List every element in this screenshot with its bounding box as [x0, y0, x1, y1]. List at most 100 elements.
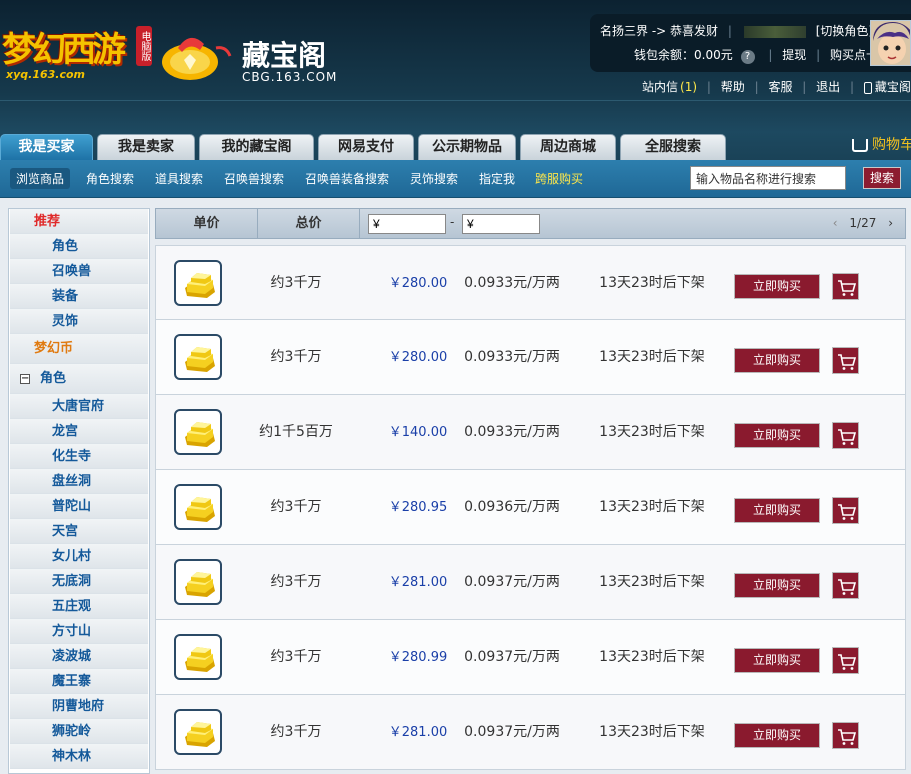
cbg-url: CBG.163.COM: [242, 70, 338, 84]
cbg-logo[interactable]: 藏宝阁 CBG.163.COM: [160, 24, 350, 84]
listing-row[interactable]: 约3千万 ￥280.95 0.0936元/万两 13天23时后下架 立即购买: [155, 470, 906, 545]
gold-ingot-icon: [185, 497, 215, 522]
item-thumbnail[interactable]: [174, 634, 222, 680]
subnav-item-search[interactable]: 道具搜索: [155, 170, 203, 187]
sidebar-item-role[interactable]: 角色: [10, 234, 148, 259]
item-unit-price: 0.0937元/万两: [464, 724, 560, 740]
listing-row[interactable]: 约1千5百万 ￥140.00 0.0933元/万两 13天23时后下架 立即购买: [155, 395, 906, 470]
help-link[interactable]: 帮助: [721, 80, 745, 94]
sidebar-school[interactable]: 凌波城: [10, 644, 148, 669]
sidebar-item-currency[interactable]: 梦幻币: [10, 334, 148, 364]
messages-link[interactable]: 站内信: [642, 80, 678, 94]
game-logo[interactable]: 梦幻西游 电脑版 xyq.163.com: [2, 22, 152, 84]
buy-now-button[interactable]: 立即购买: [734, 723, 820, 748]
item-thumbnail[interactable]: [174, 559, 222, 605]
withdraw-link[interactable]: 提现: [782, 48, 806, 62]
avatar[interactable]: [870, 20, 911, 66]
sidebar-school[interactable]: 无底洞: [10, 569, 148, 594]
subnav-browse[interactable]: 浏览商品: [10, 168, 71, 189]
tab-buyer[interactable]: 我是买家: [0, 134, 93, 160]
next-page-icon[interactable]: ›: [888, 216, 893, 230]
switch-role-link[interactable]: [切换角色]: [816, 24, 873, 38]
tab-my-cbg[interactable]: 我的藏宝阁: [199, 134, 314, 160]
logout-link[interactable]: 退出: [816, 80, 840, 94]
page-indicator: 1/27: [849, 216, 877, 230]
sidebar-school[interactable]: 神木林: [10, 744, 148, 769]
sidebar-school[interactable]: 阴曹地府: [10, 694, 148, 719]
sidebar-school[interactable]: 女儿村: [10, 544, 148, 569]
sidebar-item-equipment[interactable]: 装备: [10, 284, 148, 309]
buy-now-button[interactable]: 立即购买: [734, 498, 820, 523]
sidebar-school[interactable]: 普陀山: [10, 494, 148, 519]
listing-row[interactable]: 约3千万 ￥280.99 0.0937元/万两 13天23时后下架 立即购买: [155, 620, 906, 695]
tab-netease-pay[interactable]: 网易支付: [318, 134, 414, 160]
item-expire-time: 13天23时后下架: [599, 275, 705, 291]
search-input[interactable]: [690, 166, 846, 190]
add-to-cart-button[interactable]: [832, 497, 859, 524]
sidebar-school[interactable]: 大唐官府: [10, 394, 148, 419]
search-button[interactable]: 搜索: [863, 167, 901, 189]
sidebar-school[interactable]: 天宫: [10, 519, 148, 544]
add-to-cart-button[interactable]: [832, 422, 859, 449]
buy-now-button[interactable]: 立即购买: [734, 423, 820, 448]
sidebar-school[interactable]: 龙宫: [10, 419, 148, 444]
sort-unit-price[interactable]: 单价: [156, 209, 258, 238]
buy-now-button[interactable]: 立即购买: [734, 648, 820, 673]
add-to-cart-button[interactable]: [832, 572, 859, 599]
listing-row[interactable]: 约3千万 ￥280.00 0.0933元/万两 13天23时后下架 立即购买: [155, 320, 906, 395]
listing-list: 约3千万 ￥280.00 0.0933元/万两 13天23时后下架 立即购买 约3千万 ￥2…: [155, 245, 906, 770]
service-link[interactable]: 客服: [768, 80, 792, 94]
redacted-username: [743, 25, 806, 38]
buy-now-button[interactable]: 立即购买: [734, 348, 820, 373]
sidebar-school[interactable]: 化生寺: [10, 444, 148, 469]
subnav-accessory-search[interactable]: 灵饰搜索: [410, 170, 458, 187]
sidebar-item-pet[interactable]: 召唤兽: [10, 259, 148, 284]
gold-ingot-icon: [185, 347, 215, 372]
sort-total-price[interactable]: 总价: [258, 209, 360, 238]
sidebar-school[interactable]: 狮驼岭: [10, 719, 148, 744]
main-tabs: 我是买家 我是卖家 我的藏宝阁 网易支付 公示期物品 周边商城 全服搜索 购物车: [0, 132, 911, 160]
prev-page-icon[interactable]: ‹: [833, 216, 838, 230]
sidebar-school[interactable]: 魔王寨: [10, 669, 148, 694]
tab-public-items[interactable]: 公示期物品: [418, 134, 516, 160]
subnav-cross-server[interactable]: 跨服购买: [535, 170, 583, 187]
item-thumbnail[interactable]: [174, 409, 222, 455]
tab-merch-store[interactable]: 周边商城: [520, 134, 616, 160]
help-question-icon[interactable]: ?: [740, 50, 755, 64]
app-link[interactable]: 藏宝阁APP: [863, 80, 911, 94]
item-unit-price: 0.0933元/万两: [464, 349, 560, 365]
subnav-pet-search[interactable]: 召唤兽搜索: [224, 170, 284, 187]
listing-panel: 单价 总价 - ‹ 1/27 › 约3千万 ￥280.00 0.0933元/万两 13…: [155, 208, 906, 774]
buy-now-button[interactable]: 立即购买: [734, 573, 820, 598]
sidebar-recommend-heading[interactable]: 推荐: [10, 209, 148, 234]
collapse-icon[interactable]: −: [20, 373, 30, 384]
item-amount: 约3千万: [270, 349, 322, 365]
item-thumbnail[interactable]: [174, 334, 222, 380]
add-to-cart-button[interactable]: [832, 273, 859, 300]
item-price: ￥280.99: [388, 650, 448, 665]
item-thumbnail[interactable]: [174, 709, 222, 755]
subnav-role-search[interactable]: 角色搜索: [86, 170, 134, 187]
add-to-cart-button[interactable]: [832, 347, 859, 374]
separator: |: [727, 24, 732, 38]
listing-row[interactable]: 约3千万 ￥281.00 0.0937元/万两 13天23时后下架 立即购买: [155, 695, 906, 770]
subnav-pet-equip-search[interactable]: 召唤兽装备搜索: [305, 170, 389, 187]
item-thumbnail[interactable]: [174, 260, 222, 306]
tab-all-server-search[interactable]: 全服搜索: [620, 134, 726, 160]
sidebar-school[interactable]: 五庄观: [10, 594, 148, 619]
sidebar-category-role[interactable]: − 角色: [10, 364, 148, 394]
tab-seller[interactable]: 我是卖家: [97, 134, 195, 160]
add-to-cart-button[interactable]: [832, 647, 859, 674]
item-thumbnail[interactable]: [174, 484, 222, 530]
price-min-input[interactable]: [368, 214, 446, 234]
subnav-designated[interactable]: 指定我: [479, 170, 515, 187]
add-to-cart-button[interactable]: [832, 722, 859, 749]
sidebar-item-accessory[interactable]: 灵饰: [10, 309, 148, 334]
cart-link[interactable]: 购物车: [852, 134, 911, 154]
listing-row[interactable]: 约3千万 ￥281.00 0.0937元/万两 13天23时后下架 立即购买: [155, 545, 906, 620]
listing-row[interactable]: 约3千万 ￥280.00 0.0933元/万两 13天23时后下架 立即购买: [155, 245, 906, 320]
price-max-input[interactable]: [462, 214, 540, 234]
sidebar-school[interactable]: 方寸山: [10, 619, 148, 644]
sidebar-school[interactable]: 盘丝洞: [10, 469, 148, 494]
buy-now-button[interactable]: 立即购买: [734, 274, 820, 299]
